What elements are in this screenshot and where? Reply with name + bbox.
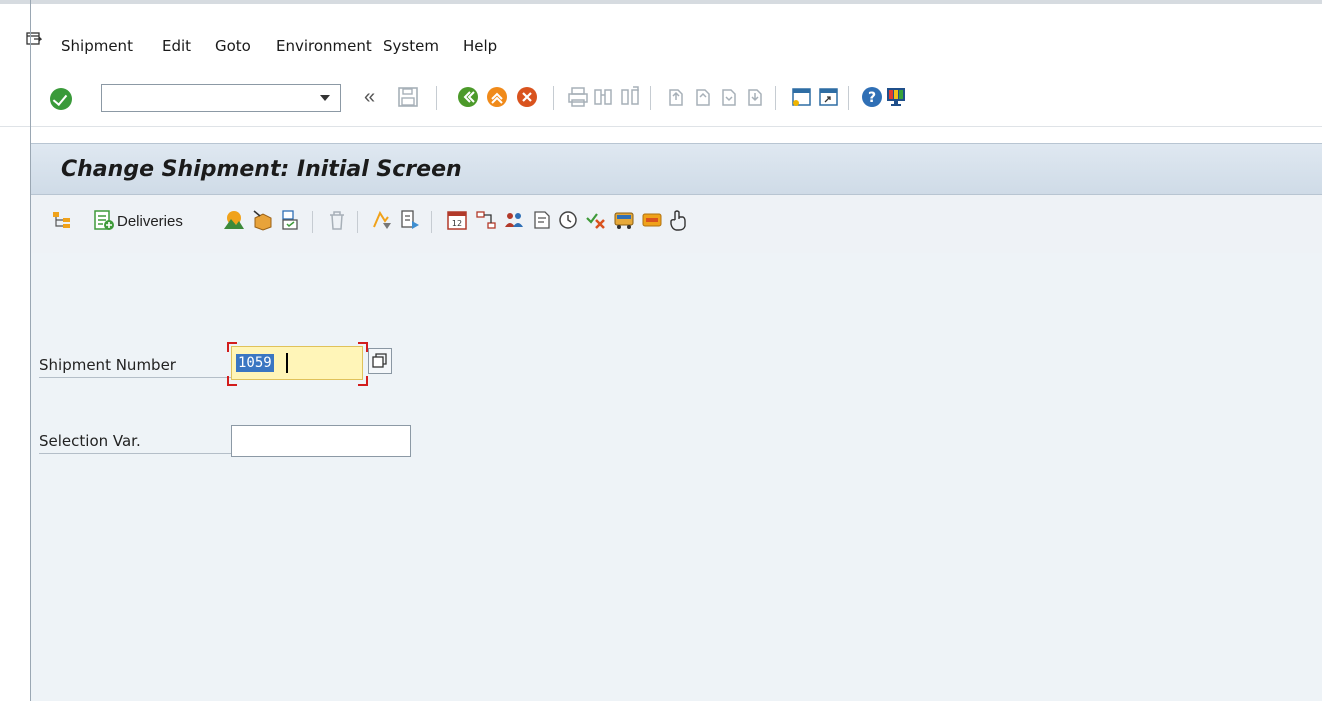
focus-marker xyxy=(358,342,368,352)
title-bar: Change Shipment: Initial Screen xyxy=(31,143,1322,195)
main-content xyxy=(31,253,1322,701)
copy-icon xyxy=(372,353,387,368)
calendar-icon[interactable]: 12 xyxy=(446,209,468,231)
page-title: Change Shipment: Initial Screen xyxy=(61,157,462,182)
shipment-number-label: Shipment Number xyxy=(39,356,231,378)
value-help-button[interactable] xyxy=(368,348,392,374)
vehicle-icon[interactable] xyxy=(613,209,635,231)
selection-variant-input[interactable] xyxy=(231,425,411,457)
mountain-icon[interactable] xyxy=(223,209,245,231)
route-icon[interactable] xyxy=(475,209,497,231)
focus-marker xyxy=(358,376,368,386)
texts-icon[interactable] xyxy=(531,209,553,231)
application-toolbar: Deliveries 12 xyxy=(31,195,1322,254)
toolbar-separator xyxy=(357,211,358,233)
toolbar-separator xyxy=(312,211,313,233)
text-cursor xyxy=(286,353,288,373)
document-check-icon[interactable] xyxy=(279,209,301,231)
svg-text:12: 12 xyxy=(452,219,462,228)
output-icon[interactable] xyxy=(641,209,663,231)
display-change-icon[interactable] xyxy=(371,209,393,231)
focus-marker xyxy=(227,342,237,352)
shipment-number-input[interactable]: 1059 xyxy=(231,346,363,380)
shipment-number-value: 1059 xyxy=(236,354,274,372)
selection-variant-label: Selection Var. xyxy=(39,432,231,454)
document-export-icon[interactable] xyxy=(399,209,421,231)
hand-pointer-icon[interactable] xyxy=(667,209,689,231)
delete-icon xyxy=(330,211,344,230)
toolbar-separator xyxy=(431,211,432,233)
focus-marker xyxy=(227,376,237,386)
check-cancel-icon[interactable] xyxy=(585,209,607,231)
hierarchy-icon[interactable] xyxy=(51,209,73,231)
deliveries-button[interactable]: Deliveries xyxy=(93,195,223,253)
partners-icon[interactable] xyxy=(503,209,525,231)
box-pointer-icon[interactable] xyxy=(251,209,273,231)
add-deliveries-icon xyxy=(94,210,114,230)
deadlines-clock-icon[interactable] xyxy=(557,209,579,231)
deliveries-button-label: Deliveries xyxy=(117,213,183,230)
